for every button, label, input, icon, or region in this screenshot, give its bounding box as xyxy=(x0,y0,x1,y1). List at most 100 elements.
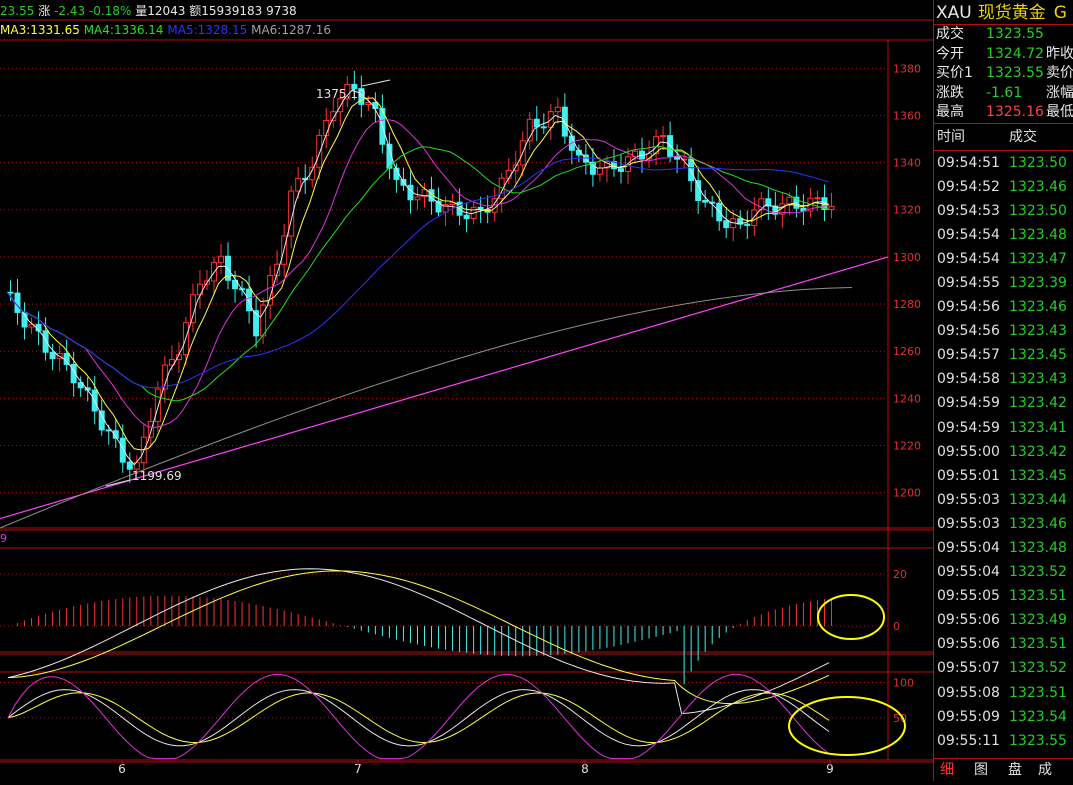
y-tick-label: 1260 xyxy=(893,345,921,358)
candle-body xyxy=(660,135,667,138)
candle-body xyxy=(554,106,561,113)
y-tick-label: 1220 xyxy=(893,439,921,452)
kline-chart-svg[interactable]: 1200 1220 1240 1260 1280 1300 1320 1340 1360 1380… xyxy=(0,0,933,781)
tick-time: 09:55:06 xyxy=(937,612,1000,629)
tick-list[interactable]: 09:54:51 1323.50 09:54:52 1323.46 09:54:53 13… xyxy=(934,151,1073,753)
tick-price: 1323.50 xyxy=(1009,154,1067,171)
tick-time: 09:55:01 xyxy=(937,467,1000,484)
tick-time: 09:54:59 xyxy=(937,395,1000,412)
tick-time: 09:55:06 xyxy=(937,636,1000,653)
ticks-header-price: 成交 xyxy=(1009,128,1037,145)
ma-legend: MA3:1331.65 MA4:1336.14 MA5:1328.15 MA6:… xyxy=(0,21,331,39)
candle-body xyxy=(119,437,126,463)
tick-price: 1323.41 xyxy=(1009,419,1067,436)
y-tick-label: 1280 xyxy=(893,298,921,311)
candle-body xyxy=(695,180,702,201)
tick-row: 09:55:06 1323.51 xyxy=(934,632,1073,656)
tick-time: 09:55:04 xyxy=(937,540,1000,556)
candle-body xyxy=(42,330,49,353)
tick-time: 09:54:56 xyxy=(937,323,1000,340)
candle-body xyxy=(702,199,709,203)
candle-body xyxy=(7,291,14,294)
tab-depth[interactable]: 盘 xyxy=(1008,759,1022,781)
symbol-code: XAU xyxy=(936,3,972,23)
tick-row: 09:54:51 1323.50 xyxy=(934,151,1073,175)
tick-row: 09:55:07 1323.52 xyxy=(934,656,1073,680)
ma6-legend: MA6:1287.16 xyxy=(251,23,331,37)
candle-body xyxy=(246,288,253,312)
candle-body xyxy=(751,209,758,226)
panel-tabs: 细 图 盘 成 xyxy=(934,758,1073,781)
tick-price: 1323.51 xyxy=(1009,636,1067,653)
top-price: 23.55 xyxy=(0,4,35,18)
tick-price: 1323.52 xyxy=(1009,660,1067,677)
tick-row: 09:54:59 1323.42 xyxy=(934,391,1073,415)
y-tick-label: 1240 xyxy=(893,392,921,405)
tick-price: 1323.46 xyxy=(1009,178,1067,195)
tick-price: 1323.46 xyxy=(1009,299,1067,316)
tick-price: 1323.43 xyxy=(1009,371,1067,388)
tick-price: 1323.50 xyxy=(1009,202,1067,219)
tick-price: 1323.51 xyxy=(1009,684,1067,701)
tick-time: 09:54:58 xyxy=(937,371,1000,388)
tick-time: 09:54:55 xyxy=(937,274,1000,291)
kdj-k-line xyxy=(7,689,830,747)
tab-trades[interactable]: 成 xyxy=(1038,759,1052,781)
top-amount: 额15939183 xyxy=(189,4,263,18)
tick-price: 1323.42 xyxy=(1009,395,1067,412)
kline-chart-area[interactable]: 1200 1220 1240 1260 1280 1300 1320 1340 1360 1380… xyxy=(0,0,933,781)
candle-body xyxy=(744,223,751,226)
macd-y-tick-label: 0 xyxy=(893,620,900,633)
tick-row: 09:54:58 1323.43 xyxy=(934,367,1073,391)
ma4-legend: MA4:1336.14 xyxy=(83,23,164,37)
candle-body xyxy=(407,184,414,201)
ticks-header-time: 时间 xyxy=(937,128,965,145)
top-change: -2.43 xyxy=(54,4,86,18)
candle-body xyxy=(14,292,21,313)
y-tick-label: 1320 xyxy=(893,204,921,217)
tick-time: 09:55:03 xyxy=(937,515,1000,532)
tick-time: 09:55:11 xyxy=(937,732,1000,749)
quote-row: 最高 1325.16 最低 xyxy=(936,104,1073,120)
y-tick-label: 1200 xyxy=(893,487,921,500)
tick-row: 09:55:04 1323.48 xyxy=(934,536,1073,560)
ma3-legend: MA3:1331.65 xyxy=(0,23,80,37)
tick-time: 09:54:57 xyxy=(937,347,1000,364)
ma5-legend: MA5:1328.15 xyxy=(167,23,248,37)
tick-price: 1323.43 xyxy=(1009,323,1067,340)
tick-price: 1323.39 xyxy=(1009,274,1067,291)
tick-row: 09:55:04 1323.52 xyxy=(934,560,1073,584)
candle-body xyxy=(814,197,821,200)
tick-price: 1323.47 xyxy=(1009,250,1067,267)
candle-body xyxy=(505,169,512,179)
y-tick-label: 1340 xyxy=(893,157,921,170)
tick-row: 09:55:06 1323.49 xyxy=(934,608,1073,632)
tab-chart[interactable]: 图 xyxy=(974,759,988,781)
tick-row: 09:54:55 1323.39 xyxy=(934,271,1073,295)
y-tick-label: 1300 xyxy=(893,251,921,264)
tick-time: 09:54:54 xyxy=(937,250,1000,267)
y-tick-label: 1360 xyxy=(893,109,921,122)
tab-detail[interactable]: 细 xyxy=(940,759,954,781)
macd-y-tick-label: 20 xyxy=(893,568,907,581)
candle-body xyxy=(786,196,793,205)
tick-price: 1323.49 xyxy=(1009,612,1067,629)
kdj-j-line xyxy=(7,673,830,760)
candle-body xyxy=(617,168,624,172)
tick-row: 09:55:03 1323.44 xyxy=(934,488,1073,512)
tick-time: 09:54:53 xyxy=(937,202,1000,219)
tick-row: 09:54:53 1323.50 xyxy=(934,199,1073,223)
tick-time: 09:54:56 xyxy=(937,299,1000,316)
tick-row: 09:55:05 1323.51 xyxy=(934,584,1073,608)
tick-time: 09:55:09 xyxy=(937,708,1000,725)
tick-price: 1323.48 xyxy=(1009,226,1067,243)
tick-row: 09:54:54 1323.47 xyxy=(934,247,1073,271)
y-tick-label: 1380 xyxy=(893,62,921,75)
macd-dea-line xyxy=(7,570,830,705)
quote-row: 成交 1323.55 xyxy=(936,26,1044,42)
tick-row: 09:55:09 1323.54 xyxy=(934,705,1073,729)
tick-price: 1323.55 xyxy=(1009,732,1067,749)
candle-body xyxy=(723,220,730,229)
ma4-line xyxy=(7,146,830,402)
high-marker-line xyxy=(361,79,391,87)
